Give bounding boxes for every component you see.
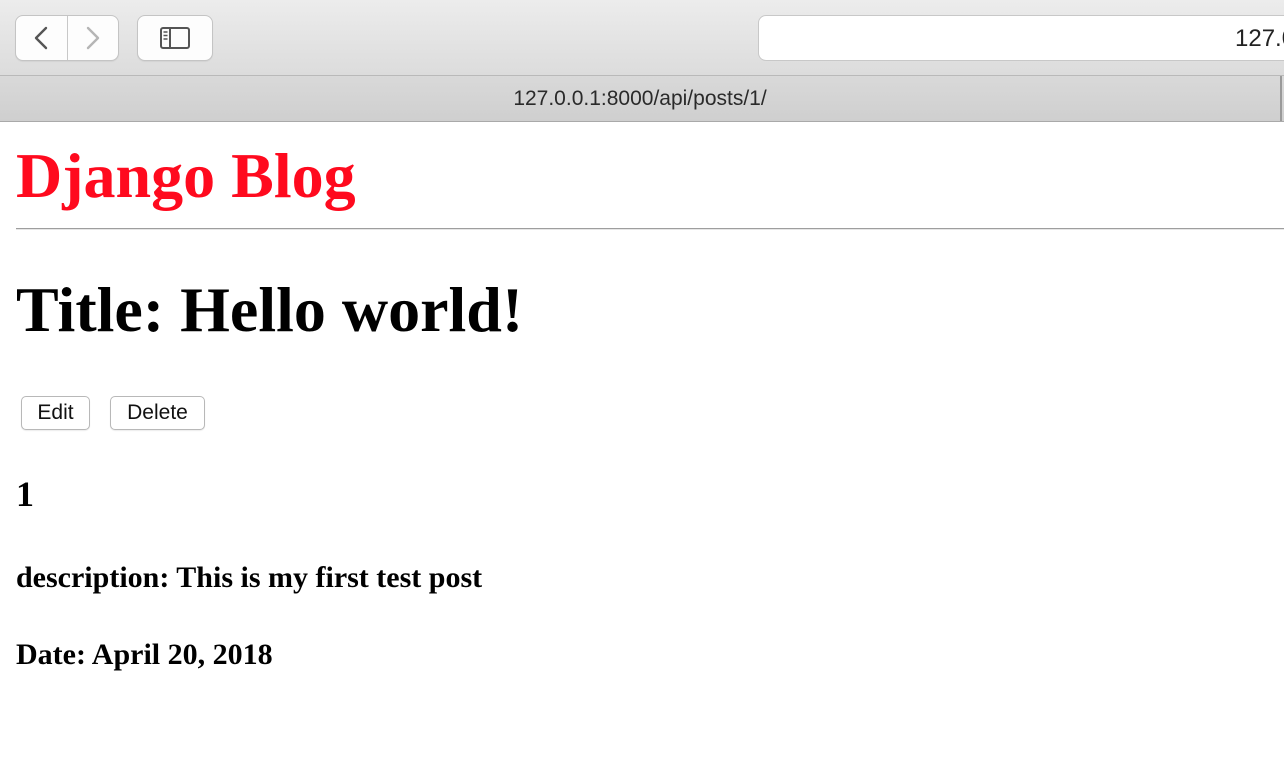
browser-toolbar: 127.0.0.1:8000/api/posts/1/ bbox=[0, 0, 1284, 76]
sidebar-icon bbox=[160, 27, 190, 49]
delete-button[interactable]: Delete bbox=[110, 396, 205, 430]
tab-active[interactable]: 127.0.0.1:8000/api/posts/1/ bbox=[0, 76, 1280, 121]
address-bar-text: 127.0.0.1:8000/api/posts/1/ bbox=[1235, 25, 1284, 52]
post-title: Title: Hello world! bbox=[16, 274, 524, 345]
site-title: Django Blog bbox=[16, 140, 356, 211]
chevron-right-icon bbox=[86, 26, 99, 50]
sidebar-toggle-button[interactable] bbox=[137, 15, 213, 61]
header-divider bbox=[16, 228, 1284, 230]
post-date: Date: April 20, 2018 bbox=[16, 638, 273, 671]
page-content: Django Blog Title: Hello world! Edit Del… bbox=[0, 122, 1284, 762]
edit-button[interactable]: Edit bbox=[21, 396, 90, 430]
post-description: description: This is my first test post bbox=[16, 561, 483, 594]
address-bar[interactable]: 127.0.0.1:8000/api/posts/1/ bbox=[758, 15, 1284, 61]
chevron-left-icon bbox=[35, 26, 48, 50]
back-button[interactable] bbox=[16, 16, 67, 60]
forward-button[interactable] bbox=[66, 16, 119, 60]
navigation-buttons bbox=[15, 15, 119, 61]
post-id: 1 bbox=[16, 474, 34, 514]
tab-bar: 127.0.0.1:8000/api/posts/1/ bbox=[0, 76, 1284, 122]
tab-bar-edge bbox=[1280, 76, 1282, 121]
